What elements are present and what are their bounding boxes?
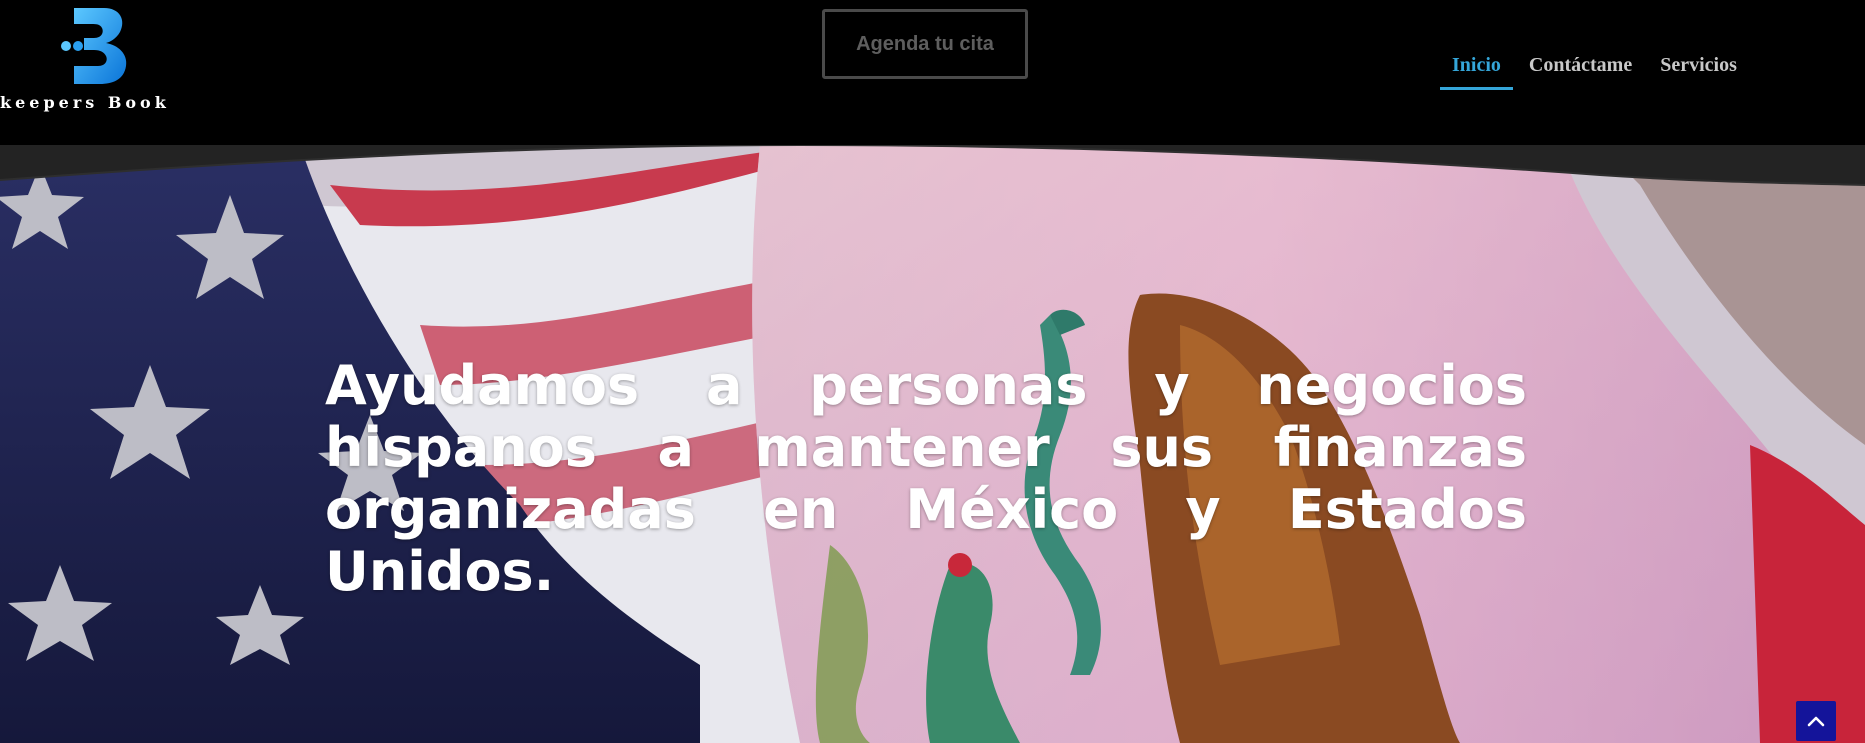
- letter-b-logo-icon: [61, 8, 127, 84]
- chevron-up-icon: [1807, 716, 1825, 727]
- site-header: keepers Book Agenda tu cita Inicio Contá…: [0, 0, 1865, 145]
- logo[interactable]: keepers Book: [0, 6, 190, 116]
- nav-item-contactame[interactable]: Contáctame: [1527, 50, 1634, 90]
- hero-section: Ayudamos a personas y negocios hispanos …: [0, 145, 1865, 743]
- book-appointment-button[interactable]: Agenda tu cita: [822, 9, 1028, 79]
- scroll-to-top-button[interactable]: [1796, 701, 1836, 741]
- hero-headline: Ayudamos a personas y negocios hispanos …: [325, 354, 1527, 603]
- logo-text: keepers Book: [0, 93, 170, 112]
- nav-item-inicio[interactable]: Inicio: [1440, 50, 1513, 90]
- nav-item-servicios[interactable]: Servicios: [1658, 50, 1739, 90]
- main-nav: Inicio Contáctame Servicios: [1440, 50, 1739, 94]
